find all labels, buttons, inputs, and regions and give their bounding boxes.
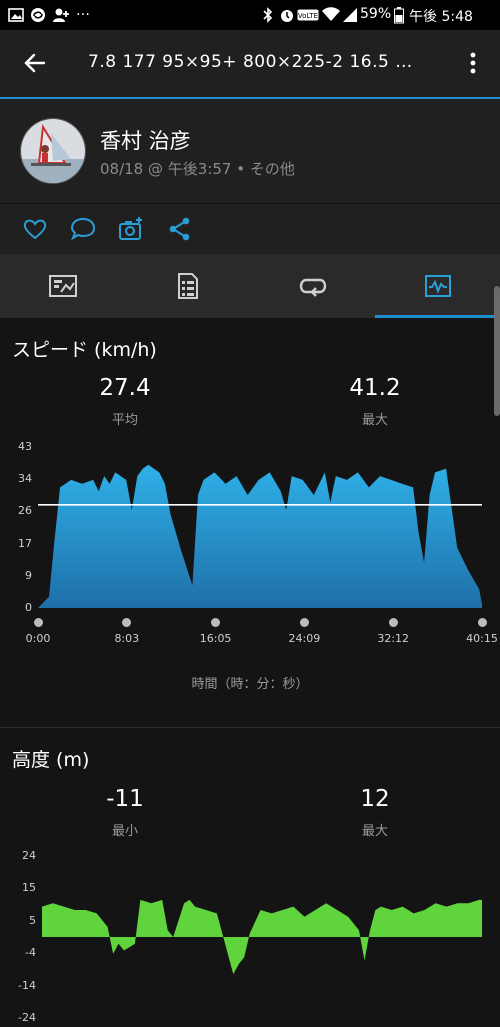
speed-chart xyxy=(38,464,482,608)
wifi-icon xyxy=(322,7,340,21)
elevation-y-tick-label: -24 xyxy=(18,1011,36,1024)
battery-icon xyxy=(394,7,404,24)
speed-y-tick-label: 43 xyxy=(18,440,32,453)
speed-x-tick-label: 32:12 xyxy=(377,632,410,645)
comment-icon[interactable] xyxy=(70,216,96,242)
status-bar: … VoLTE 59% 午後 5:48 xyxy=(0,0,500,30)
scrollbar[interactable] xyxy=(494,286,500,416)
elevation-y-tick-label: 5 xyxy=(29,913,36,927)
elevation-y-tick-label: -4 xyxy=(25,946,36,960)
back-arrow-icon[interactable] xyxy=(22,50,48,76)
volte-icon: VoLTE xyxy=(297,9,319,21)
speed-y-tick-label: 17 xyxy=(18,536,32,550)
share-icon[interactable] xyxy=(167,216,193,242)
tab-charts[interactable] xyxy=(375,254,500,318)
activity-meta: 08/18 @ 午後3:57 • その他 xyxy=(100,160,295,178)
elevation-y-tick-label: -14 xyxy=(18,978,36,992)
user-name[interactable]: 香村 治彦 xyxy=(100,125,191,155)
bluetooth-icon xyxy=(263,7,273,23)
laps-icon xyxy=(299,278,327,297)
speed-x-tick-dot xyxy=(477,618,487,627)
speed-y-tick-label: 0 xyxy=(25,601,32,614)
speed-y-tick-label: 9 xyxy=(25,568,32,582)
speed-x-tick-dot xyxy=(122,618,132,627)
alarm-icon xyxy=(281,10,293,22)
signal-icon xyxy=(343,8,357,22)
elevation-y-tick-label: 24 xyxy=(22,849,36,862)
elevation-min-value: -11 xyxy=(106,786,144,812)
summary-icon xyxy=(49,275,77,297)
speed-x-tick-dot xyxy=(211,618,221,627)
speed-x-axis-label: 時間（時：分：秒） xyxy=(191,677,309,692)
speed-y-tick-label: 34 xyxy=(18,472,32,486)
app-bar: 7.8 177 95×95+ 800×225-2 16.5 … xyxy=(0,30,500,98)
like-icon[interactable] xyxy=(22,216,48,242)
active-tab-indicator xyxy=(375,315,500,318)
battery-percent: 59% xyxy=(360,6,392,22)
elevation-title: 高度 (m) xyxy=(12,749,90,771)
status-more: … xyxy=(76,3,90,19)
chart-icon xyxy=(425,275,451,297)
elevation-min-label: 最小 xyxy=(111,824,138,839)
elevation-max-value: 12 xyxy=(360,786,390,812)
speed-x-tick-dot xyxy=(299,618,309,627)
tab-details[interactable] xyxy=(125,254,250,318)
speed-x-tick-dot xyxy=(388,618,398,627)
speed-title: スピード (km/h) xyxy=(12,339,157,361)
profile-header: 香村 治彦 08/18 @ 午後3:57 • その他 xyxy=(0,99,500,203)
elevation-y-tick-label: 15 xyxy=(22,881,36,895)
tab-bar xyxy=(0,254,500,318)
speed-max-value: 41.2 xyxy=(349,375,401,401)
speed-avg-value: 27.4 xyxy=(99,375,151,401)
elevation-chart xyxy=(42,899,482,975)
speed-x-tick-label: 8:03 xyxy=(114,632,140,645)
section-divider xyxy=(0,727,500,728)
user-add-icon xyxy=(53,8,69,22)
tab-laps[interactable] xyxy=(250,254,375,318)
add-photo-icon[interactable] xyxy=(118,216,144,242)
tab-summary[interactable] xyxy=(0,254,125,318)
speed-x-tick-label: 24:09 xyxy=(288,632,321,645)
speed-y-tick-label: 26 xyxy=(18,504,32,518)
activity-title: 7.8 177 95×95+ 800×225-2 16.5 … xyxy=(88,52,413,72)
image-icon xyxy=(8,8,24,22)
speed-x-tick-dot xyxy=(33,618,43,627)
sync-icon xyxy=(31,8,45,22)
status-time: 午後 5:48 xyxy=(409,9,473,25)
speed-x-tick-label: 40:15 xyxy=(466,632,498,645)
svg-text:VoLTE: VoLTE xyxy=(298,12,318,20)
speed-max-label: 最大 xyxy=(361,413,388,428)
more-options-icon[interactable] xyxy=(460,50,486,76)
elevation-max-label: 最大 xyxy=(361,824,388,839)
action-bar xyxy=(0,204,500,254)
speed-avg-label: 平均 xyxy=(111,413,138,428)
details-icon xyxy=(178,273,198,299)
speed-x-tick-label: 0:00 xyxy=(25,632,51,645)
avatar[interactable] xyxy=(20,118,86,184)
speed-x-tick-label: 16:05 xyxy=(199,632,232,645)
elevation-series-area xyxy=(42,899,482,975)
speed-series-area xyxy=(38,464,482,608)
